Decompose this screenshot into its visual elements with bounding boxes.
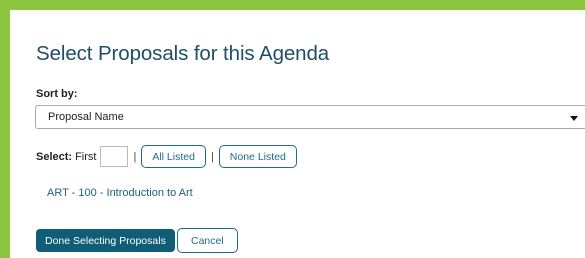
separator: |: [210, 150, 214, 163]
first-label: First: [75, 150, 97, 163]
separator: |: [133, 150, 137, 163]
done-selecting-button[interactable]: Done Selecting Proposals: [36, 229, 175, 252]
cancel-button[interactable]: Cancel: [177, 228, 238, 253]
all-listed-button[interactable]: All Listed: [141, 145, 206, 168]
first-count-input[interactable]: [100, 146, 129, 167]
select-label: Select:: [36, 150, 73, 163]
none-listed-button[interactable]: None Listed: [218, 145, 297, 168]
sort-by-label: Sort by:: [36, 88, 78, 100]
proposal-item-link[interactable]: ART - 100 - Introduction to Art: [47, 187, 193, 199]
dialog-title: Select Proposals for this Agenda: [36, 42, 330, 65]
sort-by-select[interactable]: Proposal Name: [35, 105, 585, 129]
dialog-frame: Select Proposals for this Agenda Sort by…: [0, 0, 585, 258]
select-row: Select: First | All Listed | None Listed: [36, 145, 297, 168]
sort-by-selected-value: Proposal Name: [48, 111, 124, 123]
chevron-down-icon: [570, 116, 578, 121]
